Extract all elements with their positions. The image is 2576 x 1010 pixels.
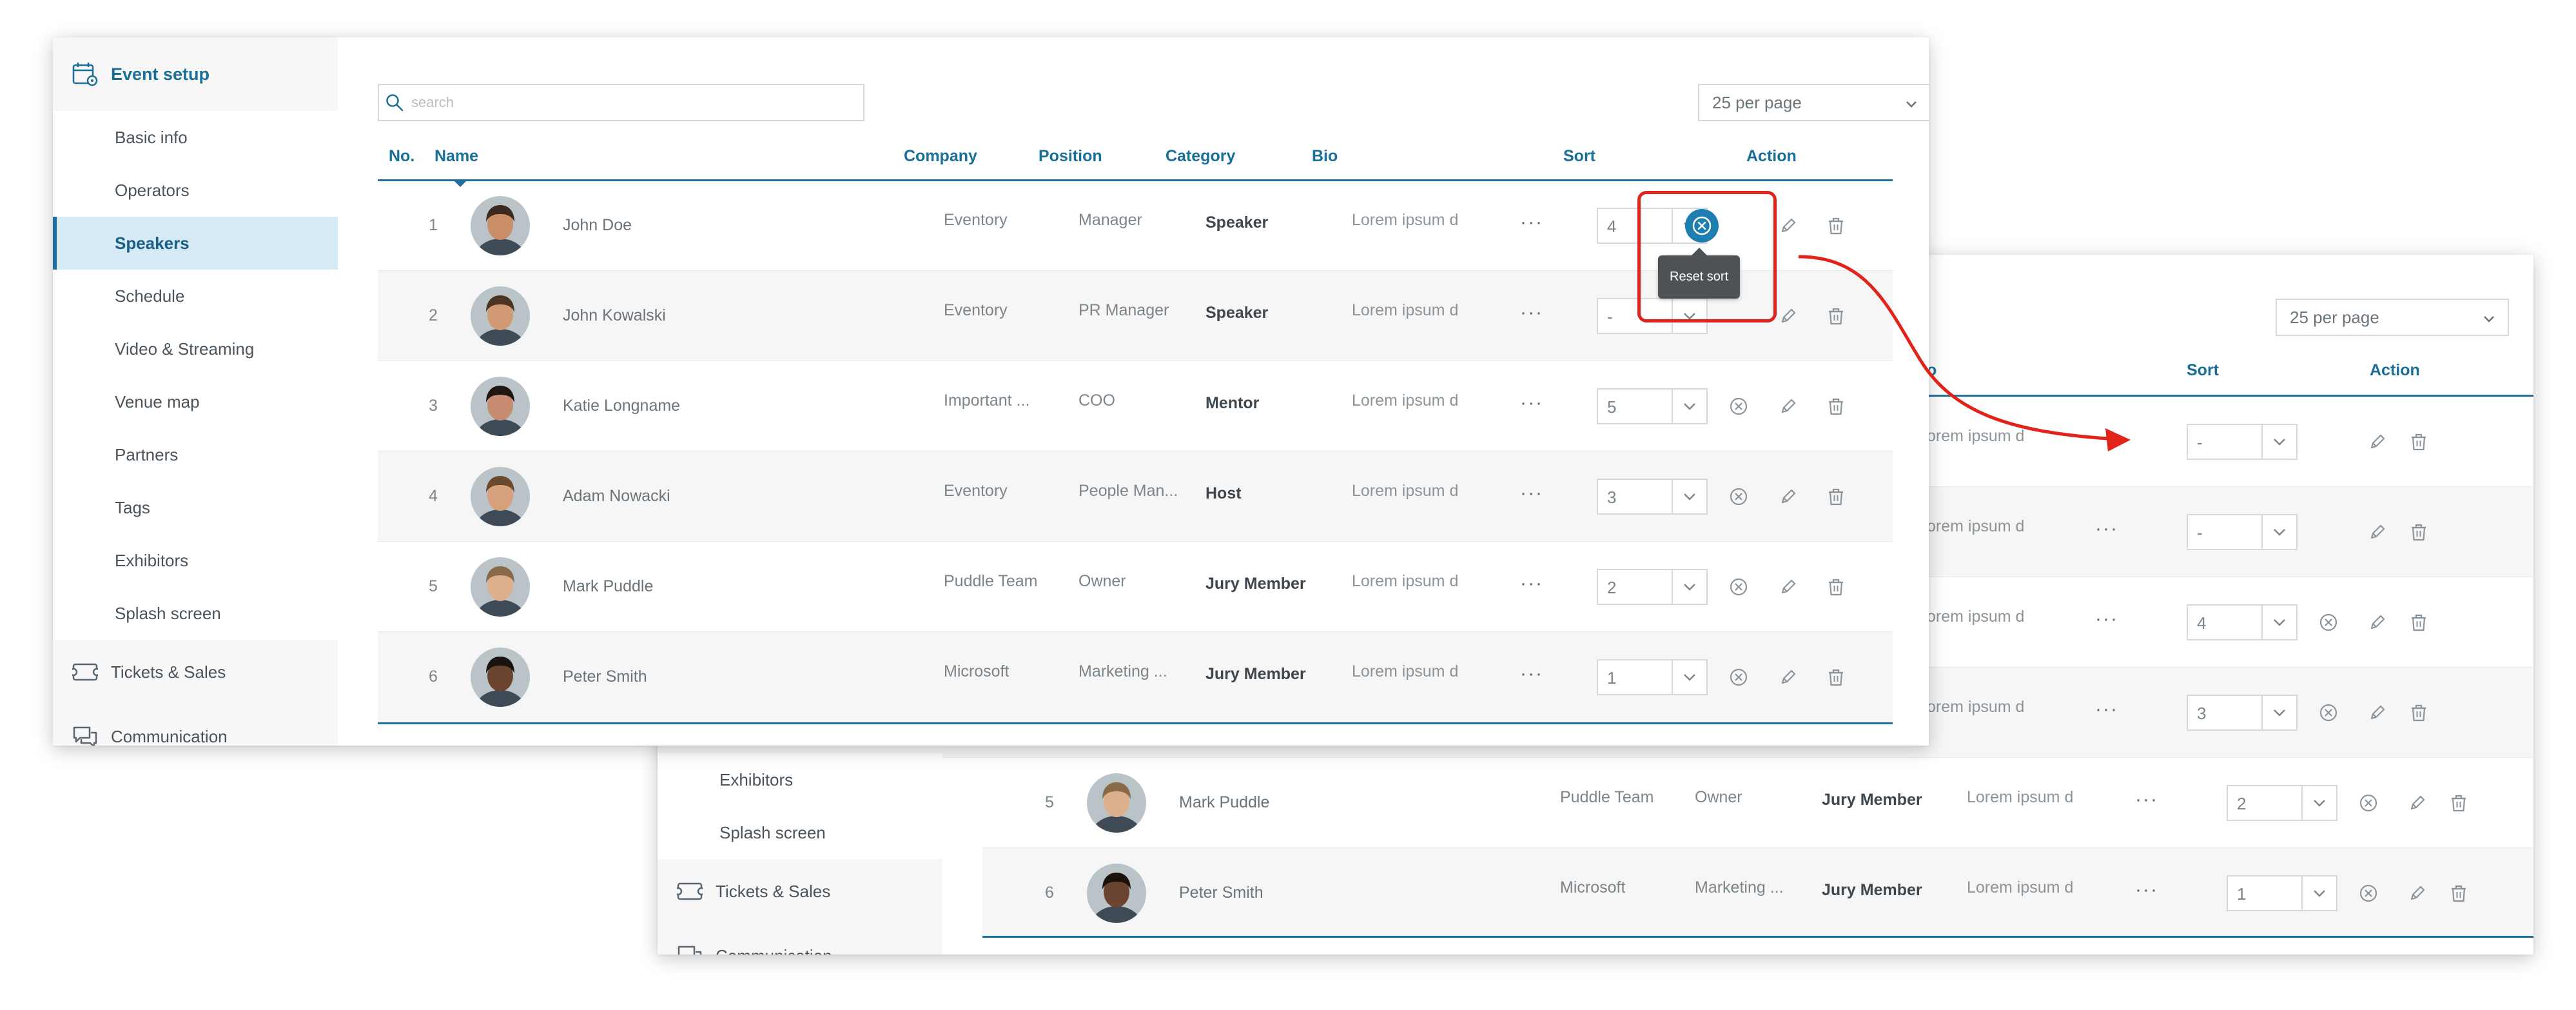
arrow-annotation xyxy=(1798,255,2131,451)
